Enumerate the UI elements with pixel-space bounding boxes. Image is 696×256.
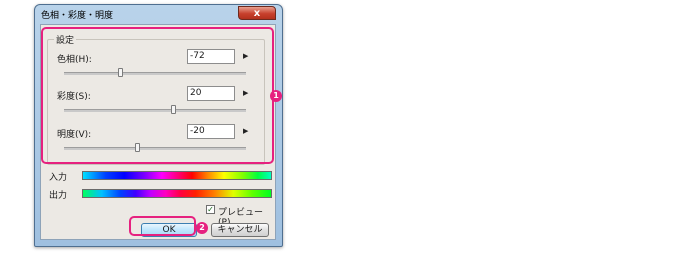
input-color-bar — [82, 171, 272, 180]
annotation-highlight-settings — [41, 27, 274, 164]
annotation-highlight-ok — [129, 216, 196, 236]
title-bar[interactable]: 色相・彩度・明度 x — [35, 5, 282, 23]
preview-checkbox[interactable]: ✓ — [206, 205, 215, 214]
cancel-button[interactable]: キャンセル — [211, 223, 269, 237]
close-button[interactable]: x — [238, 6, 276, 20]
input-bar-label: 入力 — [49, 173, 68, 183]
annotation-badge-2: 2 — [196, 222, 208, 234]
output-color-bar — [82, 189, 272, 198]
annotation-badge-1: 1 — [270, 90, 282, 102]
output-bar-label: 出力 — [49, 191, 68, 201]
window-title: 色相・彩度・明度 — [41, 11, 114, 21]
